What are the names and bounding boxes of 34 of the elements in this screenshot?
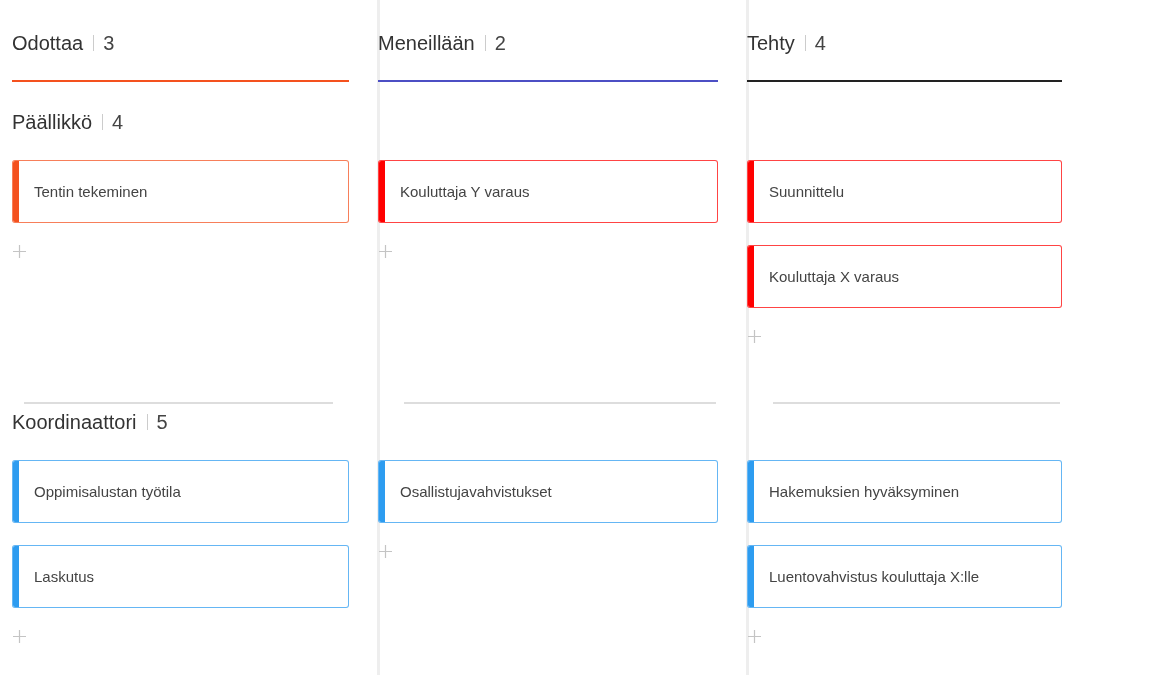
- lane-title: Koordinaattori: [12, 410, 137, 434]
- card-title: Osallistujavahvistukset: [399, 483, 552, 500]
- card-title: Kouluttaja Y varaus: [399, 183, 530, 200]
- add-icon[interactable]: [748, 630, 761, 643]
- task-card[interactable]: Luentovahvistus kouluttaja X:lle: [747, 545, 1062, 608]
- add-icon[interactable]: [379, 245, 392, 258]
- column-title: Tehty: [747, 31, 795, 55]
- card-title: Luentovahvistus kouluttaja X:lle: [768, 568, 980, 585]
- column-title: Odottaa: [12, 31, 84, 55]
- column-count: 3: [93, 35, 115, 51]
- task-card[interactable]: Osallistujavahvistukset: [378, 460, 718, 523]
- lane-title: Päällikkö: [12, 110, 93, 134]
- column-count: 2: [484, 35, 506, 51]
- task-card[interactable]: Hakemuksien hyväksyminen: [747, 460, 1062, 523]
- column-count: 4: [804, 35, 826, 51]
- add-icon[interactable]: [379, 545, 392, 558]
- task-card[interactable]: Laskutus: [12, 545, 349, 608]
- card-title: Hakemuksien hyväksyminen: [768, 483, 960, 500]
- add-icon[interactable]: [13, 630, 26, 643]
- task-card[interactable]: Suunnittelu: [747, 160, 1062, 223]
- task-card[interactable]: Oppimisalustan työtila: [12, 460, 349, 523]
- add-icon[interactable]: [13, 245, 26, 258]
- card-title: Kouluttaja X varaus: [768, 268, 900, 285]
- lane-count: 4: [102, 114, 124, 130]
- card-title: Laskutus: [33, 568, 95, 585]
- card-title: Suunnittelu: [768, 183, 845, 200]
- task-card[interactable]: Kouluttaja Y varaus: [378, 160, 718, 223]
- card-title: Tentin tekeminen: [33, 183, 148, 200]
- task-card[interactable]: Tentin tekeminen: [12, 160, 349, 223]
- lane-count: 5: [146, 414, 168, 430]
- card-title: Oppimisalustan työtila: [33, 483, 181, 500]
- add-icon[interactable]: [748, 330, 761, 343]
- task-card[interactable]: Kouluttaja X varaus: [747, 245, 1062, 308]
- column-title: Meneillään: [378, 31, 475, 55]
